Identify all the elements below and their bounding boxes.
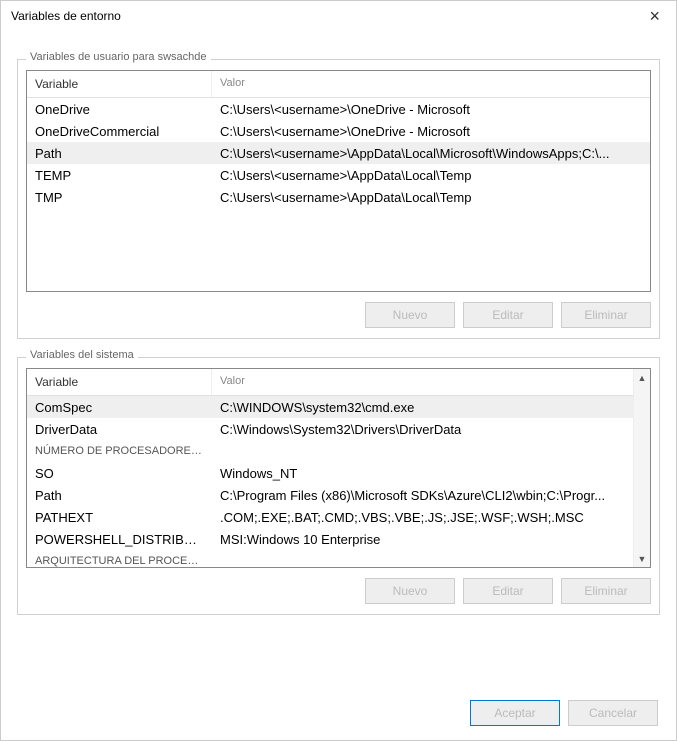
variable-name-cell: ARQUITECTURA DEL PROCESADOR AMD64 [27,553,212,568]
table-row[interactable]: DriverDataC:\Windows\System32\Drivers\Dr… [27,418,650,440]
variable-name-cell: NÚMERO DE PROCESADORES 8 [27,443,212,459]
table-row[interactable]: PathC:\Users\<username>\AppData\Local\Mi… [27,142,650,164]
system-table-header: Variable Valor [27,369,650,396]
table-row[interactable]: ComSpecC:\WINDOWS\system32\cmd.exe [27,396,650,418]
variable-value-cell [212,559,650,563]
scroll-down-icon[interactable]: ▼ [634,550,650,567]
variable-value-cell: C:\Users\<username>\AppData\Local\Temp [212,166,650,185]
variable-value-cell: .COM;.EXE;.BAT;.CMD;.VBS;.VBE;.JS;.JSE;.… [212,508,650,527]
table-row[interactable]: NÚMERO DE PROCESADORES 8 [27,440,650,462]
variable-value-cell [212,449,650,453]
variable-value-cell: C:\Program Files (x86)\Microsoft SDKs\Az… [212,486,650,505]
variable-name-cell: DriverData [27,420,212,439]
system-variables-group: Variables del sistema Variable Valor Com… [17,357,660,615]
variable-name-cell: PATHEXT [27,508,212,527]
table-row[interactable]: OneDriveC:\Users\<username>\OneDrive - M… [27,98,650,120]
user-legend: Variables de usuario para swsachde [26,51,211,63]
variable-name-cell: POWERSHELL_DISTRIBUTIO... [27,530,212,549]
dialog-content: Variables de usuario para swsachde Varia… [1,31,676,625]
variable-name-cell: Path [27,486,212,505]
variable-name-cell: TMP [27,188,212,207]
variable-name-cell: Path [27,144,212,163]
user-col-variable[interactable]: Variable [27,71,212,97]
system-delete-button[interactable]: Eliminar [561,578,651,604]
variable-name-cell: SO [27,464,212,483]
user-edit-button[interactable]: Editar [463,302,553,328]
system-button-row: Nuevo Editar Eliminar [26,578,651,604]
variable-value-cell: C:\Users\<username>\OneDrive - Microsoft [212,122,650,141]
variable-value-cell: C:\Windows\System32\Drivers\DriverData [212,420,650,439]
scroll-up-icon[interactable]: ▲ [634,369,650,386]
variable-value-cell: MSI:Windows 10 Enterprise [212,530,650,549]
system-scrollbar[interactable]: ▲ ▼ [633,369,650,567]
dialog-footer: Aceptar Cancelar [470,700,658,726]
user-table-header: Variable Valor [27,71,650,98]
titlebar: Variables de entorno × [1,1,676,31]
variable-name-cell: OneDriveCommercial [27,122,212,141]
user-col-value[interactable]: Valor [212,71,650,97]
cancel-button[interactable]: Cancelar [568,700,658,726]
variable-value-cell: C:\Users\<username>\OneDrive - Microsoft [212,100,650,119]
table-row[interactable]: POWERSHELL_DISTRIBUTIO...MSI:Windows 10 … [27,528,650,550]
table-row[interactable]: PATHEXT.COM;.EXE;.BAT;.CMD;.VBS;.VBE;.JS… [27,506,650,528]
user-delete-button[interactable]: Eliminar [561,302,651,328]
system-new-button[interactable]: Nuevo [365,578,455,604]
table-row[interactable]: ARQUITECTURA DEL PROCESADOR AMD64 [27,550,650,568]
system-col-value[interactable]: Valor [212,369,650,395]
window-title: Variables de entorno [11,9,121,23]
variable-name-cell: ComSpec [27,398,212,417]
user-button-row: Nuevo Editar Eliminar [26,302,651,328]
ok-button[interactable]: Aceptar [470,700,560,726]
variable-name-cell: OneDrive [27,100,212,119]
variable-name-cell: TEMP [27,166,212,185]
system-col-variable[interactable]: Variable [27,369,212,395]
table-row[interactable]: PathC:\Program Files (x86)\Microsoft SDK… [27,484,650,506]
variable-value-cell: C:\Users\<username>\AppData\Local\Micros… [212,144,650,163]
system-legend: Variables del sistema [26,349,138,361]
variable-value-cell: C:\Users\<username>\AppData\Local\Temp [212,188,650,207]
user-variables-table[interactable]: Variable Valor OneDriveC:\Users\<usernam… [26,70,651,292]
user-new-button[interactable]: Nuevo [365,302,455,328]
table-row[interactable]: OneDriveCommercialC:\Users\<username>\On… [27,120,650,142]
table-row[interactable]: TMPC:\Users\<username>\AppData\Local\Tem… [27,186,650,208]
variable-value-cell: C:\WINDOWS\system32\cmd.exe [212,398,650,417]
variable-value-cell: Windows_NT [212,464,650,483]
user-variables-group: Variables de usuario para swsachde Varia… [17,59,660,339]
system-variables-table[interactable]: Variable Valor ComSpecC:\WINDOWS\system3… [26,368,651,568]
close-icon[interactable]: × [643,7,666,25]
table-row[interactable]: SOWindows_NT [27,462,650,484]
system-edit-button[interactable]: Editar [463,578,553,604]
table-row[interactable]: TEMPC:\Users\<username>\AppData\Local\Te… [27,164,650,186]
